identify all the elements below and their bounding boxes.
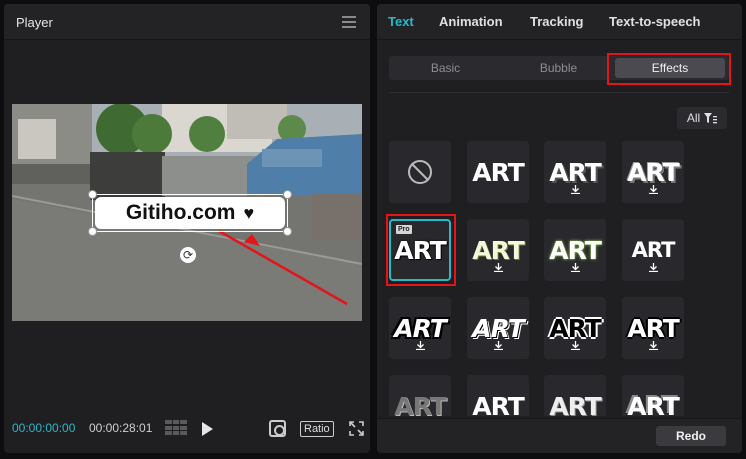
effect-preview-text: ART	[631, 238, 676, 262]
heart-icon: ♥	[243, 202, 255, 223]
rotate-icon[interactable]: ⟳	[180, 247, 196, 263]
effect-preview-text: ART	[627, 157, 680, 187]
download-icon	[649, 263, 658, 272]
download-icon	[649, 341, 658, 350]
effect-preview-text: ART	[472, 235, 525, 265]
effect-tile[interactable]: ART	[467, 141, 529, 203]
tab-tracking[interactable]: Tracking	[530, 14, 583, 29]
effect-preview-text: ART	[394, 391, 447, 417]
effect-tile[interactable]: ART	[622, 219, 684, 281]
caption-selection-box[interactable]: Gitiho.com ♥	[88, 190, 292, 236]
effect-preview-text: ART	[472, 391, 525, 417]
divider	[389, 92, 729, 93]
effects-highlight	[607, 53, 731, 85]
download-icon	[494, 341, 503, 350]
download-icon	[416, 341, 425, 350]
effect-tile[interactable]: ART	[544, 219, 606, 281]
effect-tile[interactable]: ART	[622, 297, 684, 359]
effect-tile[interactable]: ART	[544, 375, 606, 416]
effect-tile[interactable]: ART	[389, 375, 451, 416]
effect-tile[interactable]: ART	[622, 141, 684, 203]
filter-icon	[704, 112, 718, 123]
redo-button[interactable]: Redo	[656, 426, 726, 446]
time-total: 00:00:28:01	[89, 421, 153, 435]
effect-preview-text: ART	[549, 313, 602, 343]
play-icon[interactable]	[202, 422, 213, 436]
effect-tile[interactable]: ART	[622, 375, 684, 416]
effect-tile[interactable]: ART	[544, 297, 606, 359]
download-icon	[649, 185, 658, 194]
effect-preview-text: ART	[472, 313, 525, 343]
caption-text: Gitiho.com	[125, 201, 236, 224]
player-controls: 00:00:00:00 00:00:28:01 Ratio	[4, 414, 370, 444]
download-icon	[571, 263, 580, 272]
tab-text-to-speech[interactable]: Text-to-speech	[609, 14, 701, 29]
subtab-basic[interactable]: Basic	[389, 56, 502, 80]
effect-tile[interactable]: ART	[467, 375, 529, 416]
player-panel: Player Gitiho.com ♥ ⟳ 00:00:00:00 00:00:…	[4, 4, 370, 453]
subtab-bubble[interactable]: Bubble	[502, 56, 615, 80]
time-current: 00:00:00:00	[12, 421, 76, 435]
video-preview[interactable]: Gitiho.com ♥ ⟳	[12, 104, 362, 321]
effect-none[interactable]	[389, 141, 451, 203]
app-window: Player Gitiho.com ♥ ⟳ 00:00:00:00 00:00:…	[0, 0, 746, 459]
ratio-button[interactable]: Ratio	[300, 421, 334, 437]
effect-tile[interactable]: ART	[544, 141, 606, 203]
fullscreen-icon[interactable]	[349, 421, 364, 436]
panel-footer: Redo	[377, 418, 742, 453]
player-title: Player	[16, 15, 53, 30]
resize-handle-bottom-right[interactable]	[283, 227, 292, 236]
selected-effect-highlight	[386, 214, 456, 286]
effect-preview-text: ART	[549, 391, 602, 417]
tab-animation[interactable]: Animation	[439, 14, 503, 29]
effect-preview-text: ART	[394, 313, 447, 343]
resize-handle-bottom-left[interactable]	[88, 227, 97, 236]
effect-tile[interactable]: ART	[389, 297, 451, 359]
filter-label: All	[686, 111, 701, 125]
effect-preview-text: ART	[549, 235, 602, 265]
effect-preview-text: ART	[627, 313, 680, 343]
effect-tile[interactable]: ART	[467, 219, 529, 281]
panel-tabs: Text Animation Tracking Text-to-speech	[377, 4, 742, 40]
effect-tile[interactable]: ART	[467, 297, 529, 359]
tab-text[interactable]: Text	[388, 14, 414, 29]
player-header: Player	[4, 4, 370, 40]
resize-handle-top-left[interactable]	[88, 190, 97, 199]
download-icon	[571, 341, 580, 350]
resize-handle-top-right[interactable]	[283, 190, 292, 199]
download-icon	[494, 263, 503, 272]
effect-preview-text: ART	[549, 157, 602, 187]
none-icon	[408, 160, 432, 184]
crop-icon[interactable]	[269, 420, 286, 437]
grid-icon[interactable]	[165, 420, 187, 436]
menu-icon[interactable]	[342, 16, 356, 28]
caption-pill: Gitiho.com ♥	[95, 197, 285, 229]
effect-preview-text: ART	[472, 157, 525, 187]
download-icon	[571, 185, 580, 194]
effect-preview-text: ART	[627, 391, 680, 417]
filter-button[interactable]: All	[677, 107, 727, 129]
